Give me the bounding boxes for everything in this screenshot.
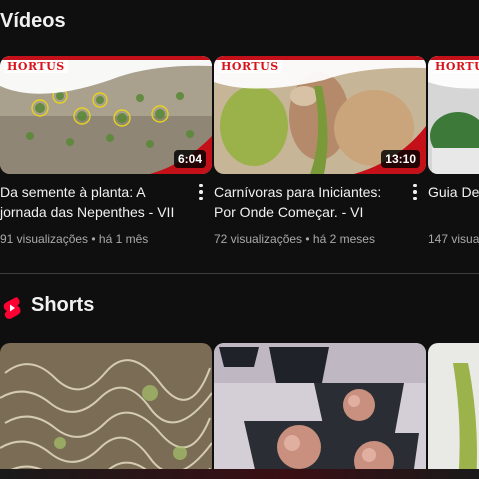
video-title[interactable]: Guia Def Multiplic [428,182,479,202]
short-thumbnail-sundews [214,343,426,479]
shorts-icon [3,297,21,319]
short-thumbnail-moss [0,343,212,479]
bottom-edge [0,469,479,479]
video-card-3[interactable]: HORTUS Guia Def Multiplic 147 visua [428,56,479,246]
channel-logo: HORTUS [432,60,479,73]
video-card-1[interactable]: HORTUS 6:04 Da semente à planta: A jorna… [0,56,212,246]
duration-badge: 13:10 [381,150,420,168]
channel-logo: HORTUS [4,60,68,73]
short-card-3[interactable] [428,343,479,479]
shorts-section-title: Shorts [31,294,95,316]
video-meta: 91 visualizações • há 1 mês [0,232,149,246]
section-divider [0,273,479,274]
short-thumbnail-plant [428,343,479,479]
shorts-section-header[interactable]: Shorts [0,294,200,322]
video-thumbnail[interactable]: HORTUS 6:04 [0,56,212,174]
channel-logo: HORTUS [218,60,282,73]
channel-page: Vídeos HORTUS 6:04 Da semente à planta: … [0,0,479,479]
more-vert-icon[interactable] [408,182,422,202]
video-thumbnail[interactable]: HORTUS [428,56,479,174]
more-vert-icon[interactable] [194,182,208,202]
video-title[interactable]: Carnívoras para Iniciantes: Por Onde Com… [214,182,404,222]
video-title[interactable]: Da semente à planta: A jornada das Nepen… [0,182,190,222]
duration-badge: 6:04 [173,150,206,168]
thumbnail-image-pots [428,56,479,174]
short-card-2[interactable] [214,343,426,479]
video-meta: 147 visua [428,232,479,246]
short-card-1[interactable] [0,343,212,479]
video-thumbnail[interactable]: HORTUS 13:10 [214,56,426,174]
videos-shelf: HORTUS 6:04 Da semente à planta: A jorna… [0,56,479,256]
videos-section-title[interactable]: Vídeos [0,10,66,33]
shorts-shelf [0,343,479,479]
video-meta: 72 visualizações • há 2 meses [214,232,375,246]
video-card-2[interactable]: HORTUS 13:10 Carnívoras para Iniciantes:… [214,56,426,246]
